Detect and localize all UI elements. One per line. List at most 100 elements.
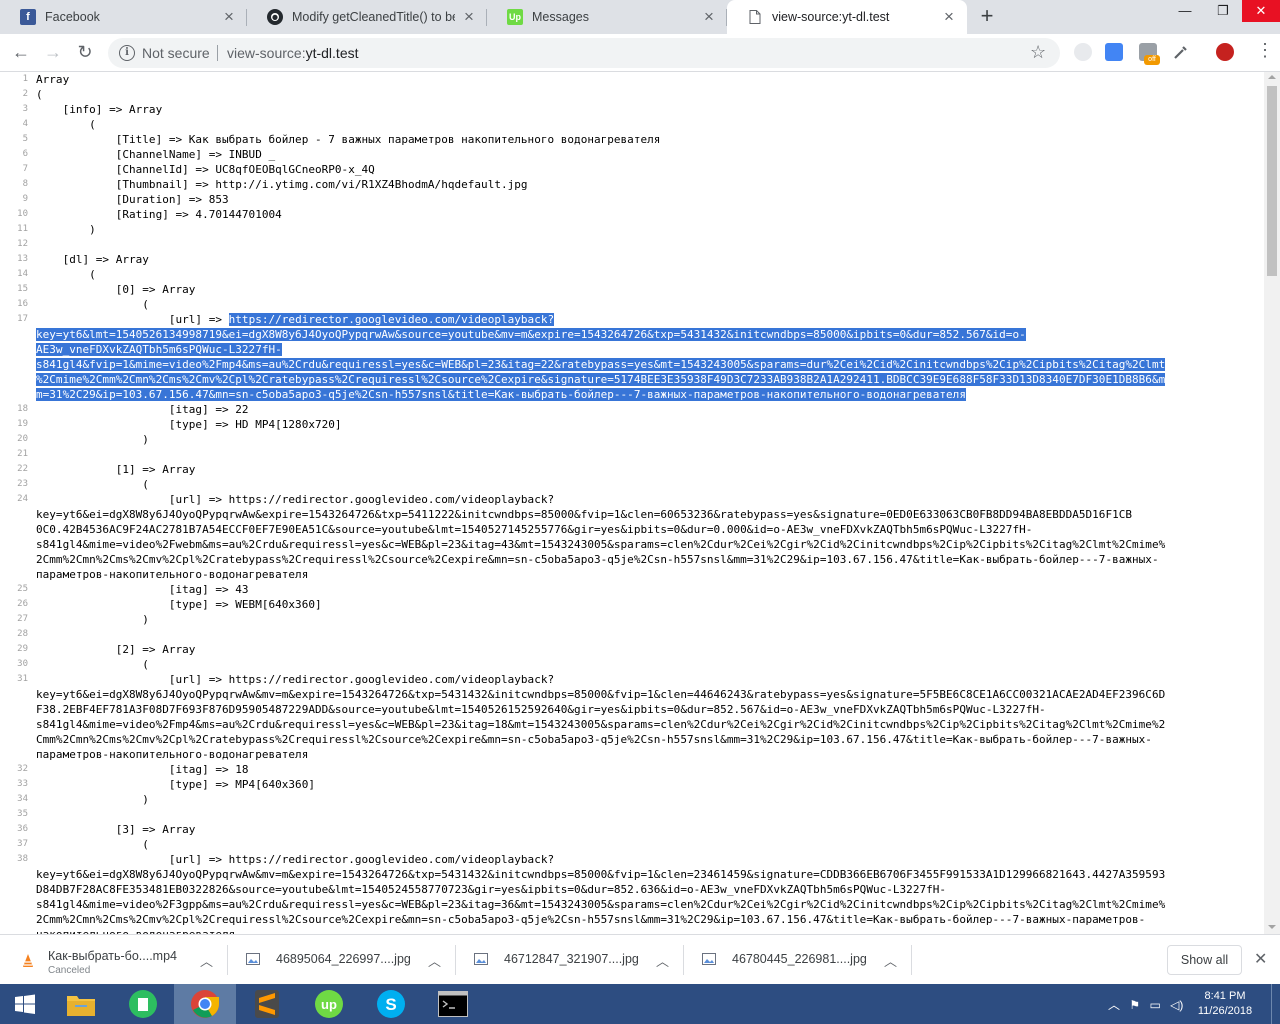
source-line[interactable]: [3] => Array — [36, 822, 1258, 837]
url-text[interactable]: view-source:yt-dl.test — [227, 45, 359, 61]
source-line[interactable]: [url] => https://redirector.googlevideo.… — [36, 492, 1258, 507]
source-line[interactable]: ) — [36, 432, 1258, 447]
source-line[interactable]: накопительного-водонагревателя — [36, 927, 1258, 934]
selected-text[interactable]: key=yt6&lmt=1540526134998719&ei=dgX8W8y6… — [36, 328, 1026, 341]
tray-expand-icon[interactable]: ︿ — [1108, 998, 1120, 1012]
source-line[interactable]: ( — [36, 477, 1258, 492]
not-secure-label[interactable]: Not secure — [142, 45, 210, 61]
forward-button[interactable]: → — [41, 40, 65, 64]
chevron-up-icon[interactable]: ︿ — [200, 951, 213, 970]
source-line[interactable]: ( — [36, 297, 1258, 312]
source-line[interactable]: s841gl4&mime=video%2Fmp4&ms=au%2Crdu&req… — [36, 717, 1258, 732]
source-line[interactable]: [0] => Array — [36, 282, 1258, 297]
close-tab-icon[interactable]: × — [701, 8, 717, 25]
terminal-icon[interactable] — [422, 984, 484, 1024]
source-line[interactable]: key=yt6&ei=dgX8W8y6J4OyoQPypqrwAw&expire… — [36, 507, 1258, 522]
address-bar[interactable]: i Not secure view-source:yt-dl.test ☆ — [108, 38, 1060, 68]
source-line[interactable]: [Rating] => 4.70144701004 — [36, 207, 1258, 222]
info-icon[interactable]: i — [119, 45, 135, 61]
show-desktop-button[interactable] — [1271, 984, 1280, 1024]
scroll-down-icon[interactable] — [1268, 925, 1276, 929]
chrome-icon[interactable] — [174, 984, 236, 1024]
source-line[interactable]: AE3w_vneFDXvkZAQTbh5m6sPQWuc-L3227fH- — [36, 342, 1258, 357]
tab-github[interactable]: Modify getCleanedTitle() to bette × — [247, 0, 487, 34]
close-tab-icon[interactable]: × — [941, 8, 957, 25]
source-line[interactable]: [ChannelId] => UC8qfOEOBqlGCneoRP0-x_4Q — [36, 162, 1258, 177]
source-line[interactable]: key=yt6&ei=dgX8W8y6J4OyoQPypqrwAw&mv=m&e… — [36, 867, 1258, 882]
action-center-flag-icon[interactable]: ⚑ — [1129, 998, 1140, 1012]
restore-button[interactable]: ❐ — [1204, 0, 1242, 22]
source-line[interactable]: [type] => MP4[640x360] — [36, 777, 1258, 792]
source-line[interactable]: [Thumbnail] => http://i.ytimg.com/vi/R1X… — [36, 177, 1258, 192]
download-item[interactable]: 46712847_321907....jpg ︿ — [456, 935, 684, 985]
selected-text[interactable]: m=31%2C29&ip=103.67.156.47&mn=sn-c5oba5a… — [36, 388, 966, 401]
reload-button[interactable]: ↻ — [73, 40, 97, 64]
source-line[interactable]: параметров-накопительного-водонагревател… — [36, 567, 1258, 582]
download-item[interactable]: 46780445_226981....jpg ︿ — [684, 935, 912, 985]
source-line[interactable]: 2Cmm%2Cmn%2Cms%2Cmv%2Cpl%2Cratebypass%2C… — [36, 552, 1258, 567]
evernote-icon[interactable] — [112, 984, 174, 1024]
source-line[interactable]: [itag] => 43 — [36, 582, 1258, 597]
source-line[interactable]: [url] => https://redirector.googlevideo.… — [36, 852, 1258, 867]
source-line[interactable]: [Duration] => 853 — [36, 192, 1258, 207]
extension-circle-icon[interactable] — [1074, 43, 1092, 61]
selected-text[interactable]: https://redirector.googlevideo.com/video… — [228, 313, 555, 326]
profile-avatar-icon[interactable] — [1216, 43, 1234, 61]
source-line[interactable]: 0C0.42B4536AC9F24AC2781B7A54ECCF0EF7E90E… — [36, 522, 1258, 537]
source-line[interactable]: [itag] => 22 — [36, 402, 1258, 417]
taskbar-clock[interactable]: 8:41 PM 11/26/2018 — [1186, 989, 1264, 1019]
source-line[interactable]: ( — [36, 117, 1258, 132]
network-icon[interactable]: ▭ — [1149, 998, 1160, 1012]
google-translate-icon[interactable] — [1105, 43, 1123, 61]
close-window-button[interactable]: ✕ — [1242, 0, 1280, 22]
minimize-button[interactable]: — — [1166, 0, 1204, 22]
source-line[interactable]: s841gl4&mime=video%2Fwebm&ms=au%2Crdu&re… — [36, 537, 1258, 552]
source-line[interactable]: Cmm%2Cmn%2Cms%2Cmv%2Cpl%2Cratebypass%2Cr… — [36, 732, 1258, 747]
scroll-up-icon[interactable] — [1268, 75, 1276, 79]
source-line[interactable]: [itag] => 18 — [36, 762, 1258, 777]
source-line[interactable]: key=yt6&ei=dgX8W8y6J4OyoQPypqrwAw&mv=m&e… — [36, 687, 1258, 702]
source-line[interactable]: ) — [36, 222, 1258, 237]
tab-messages[interactable]: Up Messages × — [487, 0, 727, 34]
source-line[interactable]: %2Cmime%2Cmm%2Cmn%2Cms%2Cmv%2Cpl%2Crateb… — [36, 372, 1258, 387]
download-item[interactable]: Как-выбрать-бо....mp4 Canceled ︿ — [0, 935, 228, 985]
source-line[interactable]: ( — [36, 87, 1258, 102]
show-all-button[interactable]: Show all — [1167, 945, 1242, 975]
scrollbar-thumb[interactable] — [1267, 86, 1277, 276]
source-line[interactable]: [info] => Array — [36, 102, 1258, 117]
eyedropper-icon[interactable] — [1172, 43, 1190, 61]
source-line[interactable]: [Title] => Как выбрать бойлер - 7 важных… — [36, 132, 1258, 147]
download-item[interactable]: 46895064_226997....jpg ︿ — [228, 935, 456, 985]
source-line[interactable]: [2] => Array — [36, 642, 1258, 657]
source-line[interactable]: D84DB7F28AC8FE353481EB0322826&source=you… — [36, 882, 1258, 897]
tab-facebook[interactable]: f Facebook × — [0, 0, 247, 34]
volume-icon[interactable]: ◁) — [1170, 998, 1183, 1012]
menu-kebab-icon[interactable]: ⋮ — [1256, 40, 1274, 61]
source-line[interactable]: ( — [36, 657, 1258, 672]
chevron-up-icon[interactable]: ︿ — [428, 951, 441, 970]
file-explorer-icon[interactable] — [50, 984, 112, 1024]
source-line[interactable]: s841gl4&mime=video%2F3gpp&ms=au%2Crdu&re… — [36, 897, 1258, 912]
source-line[interactable]: m=31%2C29&ip=103.67.156.47&mn=sn-c5oba5a… — [36, 387, 1258, 402]
upwork-app-icon[interactable]: up — [298, 984, 360, 1024]
selected-text[interactable]: %2Cmime%2Cmm%2Cmn%2Cms%2Cmv%2Cpl%2Crateb… — [36, 373, 1166, 386]
bookmark-star-icon[interactable]: ☆ — [1030, 42, 1046, 63]
source-line[interactable]: [1] => Array — [36, 462, 1258, 477]
source-line[interactable]: F38.2EBF4EF781A3F08D7F693F876D9590548722… — [36, 702, 1258, 717]
source-line[interactable]: [dl] => Array — [36, 252, 1258, 267]
source-line[interactable]: ) — [36, 612, 1258, 627]
source-line[interactable]: параметров-накопительного-водонагревател… — [36, 747, 1258, 762]
source-line[interactable]: ( — [36, 837, 1258, 852]
start-icon[interactable] — [0, 984, 50, 1024]
source-line[interactable]: [type] => WEBM[640x360] — [36, 597, 1258, 612]
back-button[interactable]: ← — [9, 40, 33, 64]
source-line[interactable]: [url] => https://redirector.googlevideo.… — [36, 672, 1258, 687]
source-line[interactable]: 2Cmm%2Cmn%2Cms%2Cmv%2Cpl%2Crequiressl%2C… — [36, 912, 1258, 927]
source-line[interactable]: [ChannelName] => INBUD _ — [36, 147, 1258, 162]
chevron-up-icon[interactable]: ︿ — [884, 951, 897, 970]
selected-text[interactable]: s841gl4&fvip=1&mime=video%2Fmp4&ms=au%2C… — [36, 358, 1166, 371]
vertical-scrollbar[interactable] — [1264, 72, 1280, 934]
selected-text[interactable]: AE3w_vneFDXvkZAQTbh5m6sPQWuc-L3227fH- — [36, 343, 282, 356]
source-line[interactable]: ( — [36, 267, 1258, 282]
tab-view-source[interactable]: view-source:yt-dl.test × — [727, 0, 967, 34]
